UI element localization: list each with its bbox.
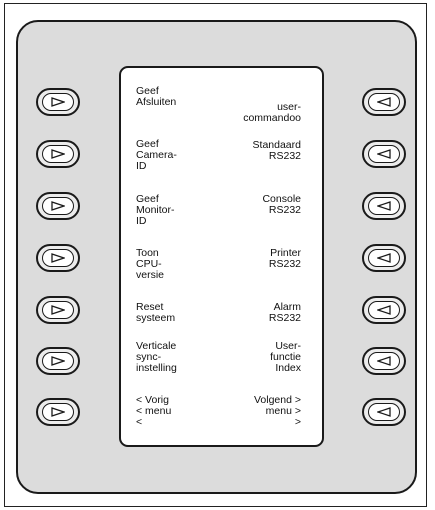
left-softkey-7[interactable] <box>36 398 80 426</box>
right-softkey-4[interactable] <box>362 244 406 272</box>
right-label-3: Console RS232 <box>262 193 301 216</box>
left-label-5: Reset systeem <box>136 301 176 324</box>
right-softkey-7[interactable] <box>362 398 406 426</box>
triangle-right-icon <box>51 407 65 417</box>
right-softkey-1[interactable] <box>362 88 406 116</box>
triangle-right-icon <box>51 97 65 107</box>
right-label-6: User- functie Index <box>270 340 301 374</box>
left-label-1: Geef Afsluiten <box>136 85 177 108</box>
left-softkey-5[interactable] <box>36 296 80 324</box>
right-label-4: Printer RS232 <box>268 247 301 270</box>
right-softkey-5[interactable] <box>362 296 406 324</box>
triangle-right-icon <box>51 356 65 366</box>
triangle-left-icon <box>377 407 391 417</box>
right-softkey-3[interactable] <box>362 192 406 220</box>
right-softkey-6[interactable] <box>362 347 406 375</box>
triangle-left-icon <box>377 201 391 211</box>
triangle-right-icon <box>51 305 65 315</box>
left-label-7: < Vorig < menu < <box>136 394 172 428</box>
right-label-5: Alarm RS232 <box>268 301 301 324</box>
right-label-2: Standaard RS232 <box>252 139 301 162</box>
triangle-left-icon <box>377 149 391 159</box>
left-softkey-2[interactable] <box>36 140 80 168</box>
triangle-left-icon <box>377 253 391 263</box>
right-softkey-2[interactable] <box>362 140 406 168</box>
left-softkey-4[interactable] <box>36 244 80 272</box>
triangle-left-icon <box>377 305 391 315</box>
triangle-left-icon <box>377 356 391 366</box>
triangle-right-icon <box>51 149 65 159</box>
left-label-6: Verticale sync- instelling <box>136 340 177 374</box>
triangle-right-icon <box>51 253 65 263</box>
triangle-left-icon <box>377 97 391 107</box>
right-label-1: user- commandoo <box>243 101 301 124</box>
left-softkey-6[interactable] <box>36 347 80 375</box>
left-label-2: Geef Camera- ID <box>136 138 177 172</box>
right-label-7: Volgend > menu > > <box>253 394 301 428</box>
left-softkey-3[interactable] <box>36 192 80 220</box>
left-label-3: Geef Monitor- ID <box>136 193 175 227</box>
left-label-4: Toon CPU- versie <box>136 247 165 281</box>
left-softkey-1[interactable] <box>36 88 80 116</box>
triangle-right-icon <box>51 201 65 211</box>
